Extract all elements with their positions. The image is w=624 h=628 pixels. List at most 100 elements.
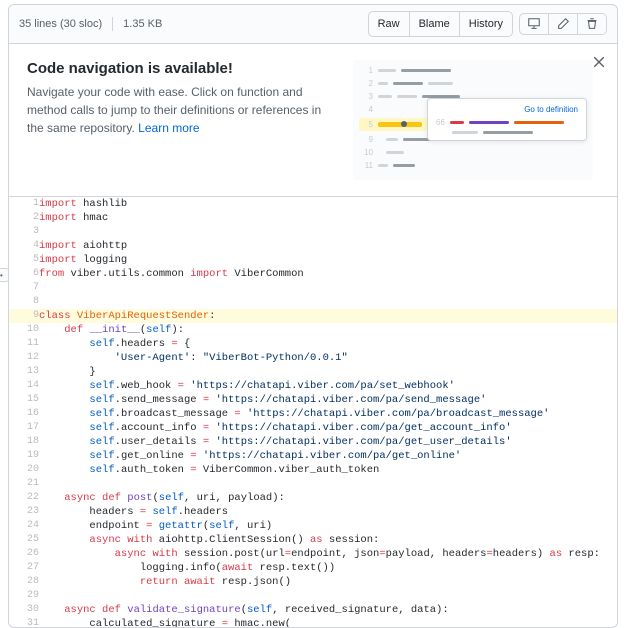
line-number[interactable]: 7 xyxy=(9,281,39,295)
line-number[interactable]: 18 xyxy=(9,435,39,449)
line-content xyxy=(39,281,617,295)
line-number[interactable]: 19 xyxy=(9,449,39,463)
line-number[interactable]: 30 xyxy=(9,603,39,617)
code-line[interactable]: 7 xyxy=(9,281,617,295)
line-content: self.get_online = 'https://chatapi.viber… xyxy=(39,449,617,463)
line-content: import hmac xyxy=(39,211,617,225)
code-viewer[interactable]: 1import hashlib2import hmac3 4import aio… xyxy=(8,197,618,628)
line-number[interactable]: 17 xyxy=(9,421,39,435)
divider xyxy=(112,17,113,31)
code-nav-banner: Code navigation is available! Navigate y… xyxy=(8,44,618,197)
code-line[interactable]: 2import hmac xyxy=(9,211,617,225)
code-line[interactable]: 18 self.user_details = 'https://chatapi.… xyxy=(9,435,617,449)
line-number[interactable]: 20 xyxy=(9,463,39,477)
line-number[interactable]: 27 xyxy=(9,561,39,575)
code-line[interactable]: 14 self.web_hook = 'https://chatapi.vibe… xyxy=(9,379,617,393)
code-line[interactable]: 4import aiohttp xyxy=(9,239,617,253)
line-number[interactable]: 9 xyxy=(9,309,39,323)
code-line[interactable]: 3 xyxy=(9,225,617,239)
learn-more-link[interactable]: Learn more xyxy=(138,121,199,135)
file-size: 1.35 KB xyxy=(123,18,162,30)
code-line[interactable]: 9class ViberApiRequestSender: xyxy=(9,309,617,323)
desktop-icon[interactable] xyxy=(519,13,549,35)
line-number[interactable]: 4 xyxy=(9,239,39,253)
banner-illustration: 1 2 3 4 5 Go to definition 66 9 10 xyxy=(353,60,593,180)
goto-definition-link[interactable]: Go to definition xyxy=(436,105,578,114)
line-content: self.auth_token = ViberCommon.viber_auth… xyxy=(39,463,617,477)
line-number[interactable]: 3 xyxy=(9,225,39,239)
line-content: self.account_info = 'https://chatapi.vib… xyxy=(39,421,617,435)
code-line[interactable]: 23 headers = self.headers xyxy=(9,505,617,519)
code-line[interactable]: 8 xyxy=(9,295,617,309)
history-button[interactable]: History xyxy=(459,11,513,37)
code-line[interactable]: 27 logging.info(await resp.text()) xyxy=(9,561,617,575)
close-icon[interactable] xyxy=(591,54,607,70)
expand-icon[interactable]: •• xyxy=(0,268,9,282)
code-line[interactable]: 30 async def validate_signature(self, re… xyxy=(9,603,617,617)
line-number[interactable]: 29 xyxy=(9,589,39,603)
code-line[interactable]: 1import hashlib xyxy=(9,197,617,211)
file-actions: Raw Blame History xyxy=(368,11,607,37)
code-line[interactable]: 13 } xyxy=(9,365,617,379)
line-number[interactable]: 13 xyxy=(9,365,39,379)
code-line[interactable]: 26 async with session.post(url=endpoint,… xyxy=(9,547,617,561)
line-number[interactable]: 16 xyxy=(9,407,39,421)
line-content: self.web_hook = 'https://chatapi.viber.c… xyxy=(39,379,617,393)
line-number[interactable]: 21 xyxy=(9,477,39,491)
line-content: self.broadcast_message = 'https://chatap… xyxy=(39,407,617,421)
line-content: headers = self.headers xyxy=(39,505,617,519)
line-content: async def post(self, uri, payload): xyxy=(39,491,617,505)
edit-icon[interactable] xyxy=(548,13,578,35)
code-line[interactable]: 16 self.broadcast_message = 'https://cha… xyxy=(9,407,617,421)
line-content: self.user_details = 'https://chatapi.vib… xyxy=(39,435,617,449)
code-line[interactable]: 22 async def post(self, uri, payload): xyxy=(9,491,617,505)
code-line[interactable]: 12 'User-Agent': "ViberBot-Python/0.0.1" xyxy=(9,351,617,365)
line-number[interactable]: 12 xyxy=(9,351,39,365)
line-number[interactable]: 14 xyxy=(9,379,39,393)
line-content: def __init__(self): xyxy=(39,323,617,337)
line-content: self.send_message = 'https://chatapi.vib… xyxy=(39,393,617,407)
line-number[interactable]: 26 xyxy=(9,547,39,561)
code-line[interactable]: 20 self.auth_token = ViberCommon.viber_a… xyxy=(9,463,617,477)
line-content: 'User-Agent': "ViberBot-Python/0.0.1" xyxy=(39,351,617,365)
line-number[interactable]: 22 xyxy=(9,491,39,505)
line-number[interactable]: 15 xyxy=(9,393,39,407)
definition-popup: Go to definition 66 xyxy=(427,98,587,141)
line-content: async def validate_signature(self, recei… xyxy=(39,603,617,617)
line-number[interactable]: 11 xyxy=(9,337,39,351)
line-content xyxy=(39,225,617,239)
line-number[interactable]: 8 xyxy=(9,295,39,309)
code-line[interactable]: 29 xyxy=(9,589,617,603)
code-line[interactable]: 6from viber.utils.common import ViberCom… xyxy=(9,267,617,281)
line-number[interactable]: 5 xyxy=(9,253,39,267)
line-number[interactable]: 1 xyxy=(9,197,39,211)
code-line[interactable]: 25 async with aiohttp.ClientSession() as… xyxy=(9,533,617,547)
code-line[interactable]: 28 return await resp.json() xyxy=(9,575,617,589)
code-line[interactable]: 19 self.get_online = 'https://chatapi.vi… xyxy=(9,449,617,463)
line-number[interactable]: 25 xyxy=(9,533,39,547)
line-content: from viber.utils.common import ViberComm… xyxy=(39,267,617,281)
line-content: } xyxy=(39,365,617,379)
line-content: logging.info(await resp.text()) xyxy=(39,561,617,575)
code-line[interactable]: 24 endpoint = getattr(self, uri) xyxy=(9,519,617,533)
code-line[interactable]: 31 calculated_signature = hmac.new( xyxy=(9,617,617,628)
line-number[interactable]: 24 xyxy=(9,519,39,533)
code-line[interactable]: 17 self.account_info = 'https://chatapi.… xyxy=(9,421,617,435)
line-number[interactable]: 23 xyxy=(9,505,39,519)
line-number[interactable]: 28 xyxy=(9,575,39,589)
code-line[interactable]: 15 self.send_message = 'https://chatapi.… xyxy=(9,393,617,407)
code-line[interactable]: 11 self.headers = { xyxy=(9,337,617,351)
blame-button[interactable]: Blame xyxy=(409,11,460,37)
code-line[interactable]: 10 def __init__(self): xyxy=(9,323,617,337)
line-number[interactable]: 31 xyxy=(9,617,39,628)
banner-title: Code navigation is available! xyxy=(27,60,337,77)
code-line[interactable]: 21 xyxy=(9,477,617,491)
code-line[interactable]: 5import logging xyxy=(9,253,617,267)
delete-icon[interactable] xyxy=(577,13,607,35)
line-number[interactable]: 6 xyxy=(9,267,39,281)
line-content: self.headers = { xyxy=(39,337,617,351)
line-number[interactable]: 2 xyxy=(9,211,39,225)
raw-button[interactable]: Raw xyxy=(368,11,410,37)
line-number[interactable]: 10 xyxy=(9,323,39,337)
line-content: async with session.post(url=endpoint, js… xyxy=(39,547,617,561)
